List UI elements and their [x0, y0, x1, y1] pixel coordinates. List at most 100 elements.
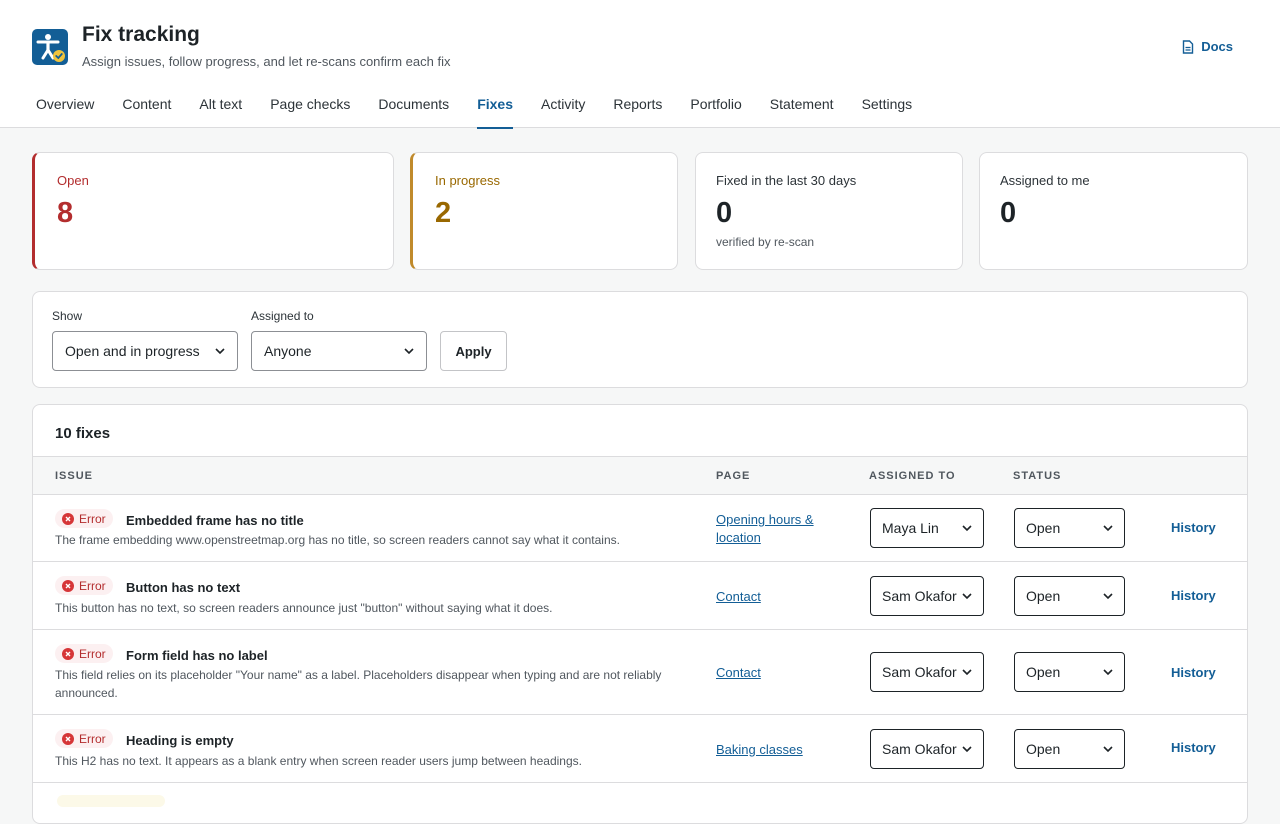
- tab-statement[interactable]: Statement: [756, 86, 848, 128]
- column-status: STATUS: [1013, 470, 1062, 482]
- stat-value: 8: [57, 197, 74, 229]
- severity-badge: Error: [55, 729, 113, 748]
- issue-title: Form field has no label: [126, 648, 268, 663]
- chevron-down-icon: [961, 590, 973, 602]
- assigned-select-value: Anyone: [264, 343, 312, 359]
- status-select[interactable]: Open: [1014, 729, 1125, 769]
- page-subtitle: Assign issues, follow progress, and let …: [82, 54, 451, 69]
- docs-link[interactable]: Docs: [1182, 39, 1233, 54]
- assigned-select[interactable]: Anyone: [251, 331, 427, 371]
- error-icon: [62, 647, 74, 660]
- chevron-down-icon: [215, 348, 225, 355]
- status-select[interactable]: Open: [1014, 508, 1125, 548]
- stat-value: 0: [716, 197, 733, 229]
- table-row: Error Heading is empty This H2 has no te…: [33, 715, 1247, 783]
- status-select[interactable]: Open: [1014, 652, 1125, 692]
- status-value: Open: [1026, 664, 1061, 680]
- table-row: Error Button has no text This button has…: [33, 562, 1247, 630]
- table-row: Error Embedded frame has no title The fr…: [33, 495, 1247, 562]
- severity-badge: Error: [55, 576, 113, 595]
- stat-card-fixed: Fixed in the last 30 days 0 verified by …: [695, 152, 963, 270]
- error-icon: [62, 512, 74, 525]
- stat-value: 2: [435, 197, 452, 229]
- show-select-value: Open and in progress: [65, 343, 200, 359]
- tab-alt-text[interactable]: Alt text: [185, 86, 256, 128]
- status-value: Open: [1026, 588, 1061, 604]
- tab-portfolio[interactable]: Portfolio: [676, 86, 755, 128]
- severity-badge: Error: [55, 509, 113, 528]
- status-select[interactable]: Open: [1014, 576, 1125, 616]
- tab-overview[interactable]: Overview: [22, 86, 108, 128]
- tab-fixes[interactable]: Fixes: [463, 86, 527, 129]
- column-issue: ISSUE: [55, 470, 94, 482]
- accessibility-icon: [32, 29, 68, 65]
- history-link[interactable]: History: [1171, 665, 1216, 680]
- page-title: Fix tracking: [82, 23, 200, 46]
- chevron-down-icon: [404, 348, 414, 355]
- assignee-select[interactable]: Maya Lin: [870, 508, 984, 548]
- assigned-label: Assigned to: [251, 309, 314, 323]
- issue-title: Button has no text: [126, 580, 241, 595]
- filters-panel: Show Open and in progress Assigned to An…: [32, 291, 1248, 388]
- history-link[interactable]: History: [1171, 588, 1216, 603]
- fixes-count: 10 fixes: [55, 425, 111, 442]
- page-link[interactable]: Contact: [716, 588, 846, 606]
- tab-documents[interactable]: Documents: [364, 86, 463, 128]
- docs-label: Docs: [1201, 39, 1233, 54]
- document-icon: [1183, 39, 1194, 54]
- severity-label: Error: [79, 511, 106, 526]
- table-header: ISSUE PAGE ASSIGNED TO STATUS: [33, 456, 1247, 495]
- assignee-select[interactable]: Sam Okafor: [870, 576, 984, 616]
- chevron-down-icon: [1102, 666, 1114, 678]
- page-link[interactable]: Opening hours & location: [716, 511, 846, 547]
- stat-value: 0: [1000, 197, 1017, 229]
- assignee-value: Maya Lin: [882, 520, 939, 536]
- stat-label: Assigned to me: [1000, 173, 1090, 188]
- status-value: Open: [1026, 741, 1061, 757]
- page-link[interactable]: Contact: [716, 664, 846, 682]
- column-page: PAGE: [716, 470, 751, 482]
- stat-card-open: Open 8: [32, 152, 394, 270]
- history-link[interactable]: History: [1171, 520, 1216, 535]
- stat-label: In progress: [435, 173, 501, 188]
- severity-badge: Error: [55, 644, 113, 663]
- stat-label: Fixed in the last 30 days: [716, 173, 857, 188]
- issue-description: The frame embedding www.openstreetmap.or…: [55, 533, 620, 547]
- stat-card-in-progress: In progress 2: [410, 152, 678, 270]
- chevron-down-icon: [961, 666, 973, 678]
- severity-label: Error: [79, 578, 106, 593]
- history-link[interactable]: History: [1171, 740, 1216, 755]
- assignee-value: Sam Okafor: [882, 664, 957, 680]
- issue-title: Embedded frame has no title: [126, 513, 304, 528]
- show-select[interactable]: Open and in progress: [52, 331, 238, 371]
- chevron-down-icon: [961, 522, 973, 534]
- issue-title: Heading is empty: [126, 733, 234, 748]
- tab-content[interactable]: Content: [108, 86, 185, 128]
- stat-card-assigned: Assigned to me 0: [979, 152, 1248, 270]
- chevron-down-icon: [1102, 522, 1114, 534]
- status-value: Open: [1026, 520, 1061, 536]
- table-row: Error Form field has no label This field…: [33, 630, 1247, 715]
- assignee-value: Sam Okafor: [882, 741, 957, 757]
- assignee-select[interactable]: Sam Okafor: [870, 652, 984, 692]
- apply-button[interactable]: Apply: [440, 331, 507, 371]
- page-link[interactable]: Baking classes: [716, 741, 846, 759]
- issue-description: This button has no text, so screen reade…: [55, 601, 553, 615]
- tab-activity[interactable]: Activity: [527, 86, 599, 128]
- chevron-down-icon: [1102, 743, 1114, 755]
- tab-reports[interactable]: Reports: [599, 86, 676, 128]
- issue-description: This field relies on its placeholder "Yo…: [55, 668, 662, 700]
- severity-label: Error: [79, 646, 106, 661]
- chevron-down-icon: [961, 743, 973, 755]
- tab-settings[interactable]: Settings: [848, 86, 927, 128]
- stat-label: Open: [57, 173, 89, 188]
- tab-bar: Overview Content Alt text Page checks Do…: [22, 86, 927, 129]
- assignee-select[interactable]: Sam Okafor: [870, 729, 984, 769]
- next-row-badge: [57, 795, 165, 807]
- show-label: Show: [52, 309, 83, 323]
- issue-description: This H2 has no text. It appears as a bla…: [55, 754, 582, 768]
- error-icon: [62, 732, 74, 745]
- tab-page-checks[interactable]: Page checks: [256, 86, 364, 128]
- error-icon: [62, 579, 74, 592]
- severity-label: Error: [79, 731, 106, 746]
